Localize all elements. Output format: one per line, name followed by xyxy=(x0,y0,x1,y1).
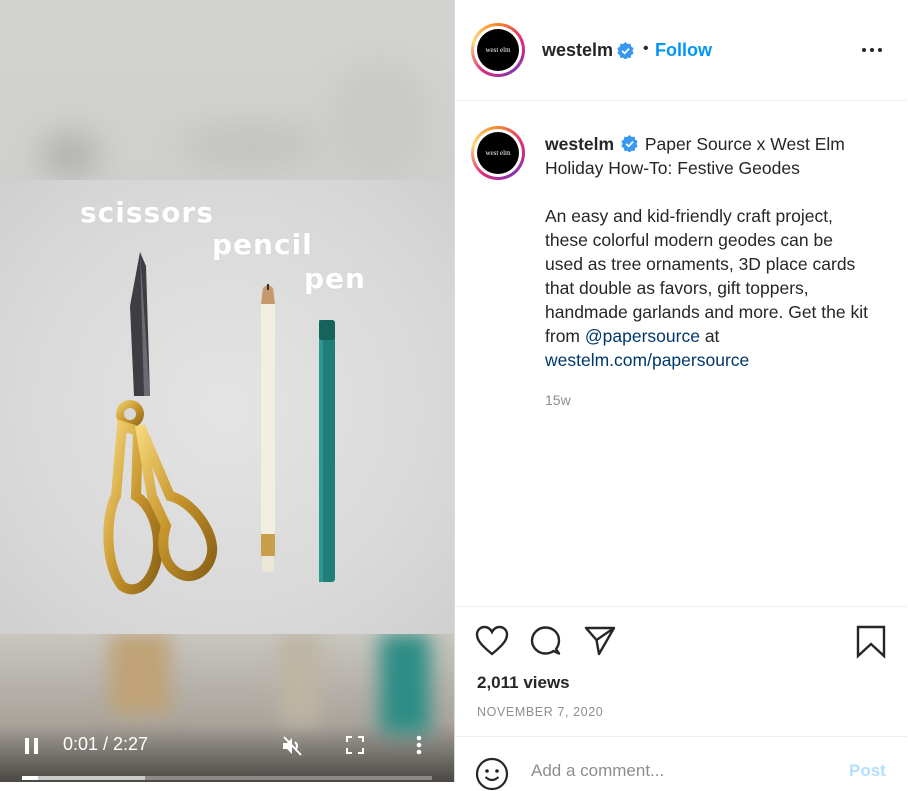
overlay-word-pen: pen xyxy=(304,262,366,295)
separator-dot: • xyxy=(643,40,649,57)
comment-icon[interactable] xyxy=(529,625,563,657)
vertical-dots-icon[interactable] xyxy=(416,735,422,760)
post-header: west elm westelm • Follow xyxy=(455,0,907,101)
video-blurred-top xyxy=(0,0,454,180)
fullscreen-icon[interactable] xyxy=(346,736,364,759)
header-username[interactable]: westelm xyxy=(542,40,613,61)
video-time: 0:01 / 2:27 xyxy=(63,734,149,754)
caption-verified-badge-icon xyxy=(621,135,638,153)
post-age[interactable]: 15w xyxy=(545,392,571,408)
caption-avatar-logo: west elm xyxy=(477,132,519,174)
post-sidebar: west elm westelm • Follow west elm weste… xyxy=(454,0,908,791)
caption-body: An easy and kid-friendly craft project, … xyxy=(545,206,868,346)
video-controls: 0:01 / 2:27 xyxy=(0,720,454,782)
video-progress-bar[interactable] xyxy=(22,776,432,780)
more-options-icon[interactable] xyxy=(859,40,885,60)
avatar-logo: west elm xyxy=(477,29,519,71)
video-frame: scissors pencil pen xyxy=(0,180,454,634)
video-progress-fill xyxy=(22,776,38,780)
muted-speaker-icon[interactable] xyxy=(281,735,303,762)
pencil-image xyxy=(261,284,275,572)
mention-link[interactable]: @papersource xyxy=(585,326,700,346)
post-actions: 2,011 views NOVEMBER 7, 2020 xyxy=(455,606,907,737)
pen-image xyxy=(319,320,335,582)
post-date: NOVEMBER 7, 2020 xyxy=(477,705,604,719)
video-buffer-bar xyxy=(22,776,145,780)
caption-url-link[interactable]: westelm.com/papersource xyxy=(545,350,749,370)
follow-button[interactable]: Follow xyxy=(655,40,712,61)
caption-username[interactable]: westelm xyxy=(545,134,614,154)
view-count[interactable]: 2,011 views xyxy=(477,673,570,693)
heart-icon[interactable] xyxy=(475,625,509,657)
verified-badge-icon xyxy=(617,42,634,59)
post-caption: westelm Paper Source x West Elm Holiday … xyxy=(545,132,875,372)
comment-input[interactable]: Add a comment... xyxy=(531,761,664,781)
comment-bar: Add a comment... Post xyxy=(455,736,907,791)
emoji-icon[interactable] xyxy=(475,757,509,791)
caption-connector: at xyxy=(704,326,720,346)
scissors-image xyxy=(103,252,218,595)
share-icon[interactable] xyxy=(583,625,617,657)
post-comment-button[interactable]: Post xyxy=(849,761,886,781)
pause-icon[interactable] xyxy=(24,737,40,760)
avatar[interactable]: west elm xyxy=(471,23,525,77)
video-player[interactable]: scissors pencil pen 0:01 / 2:27 xyxy=(0,0,454,782)
overlay-word-scissors: scissors xyxy=(80,196,214,229)
bookmark-icon[interactable] xyxy=(855,625,887,659)
caption-avatar[interactable]: west elm xyxy=(471,126,525,180)
